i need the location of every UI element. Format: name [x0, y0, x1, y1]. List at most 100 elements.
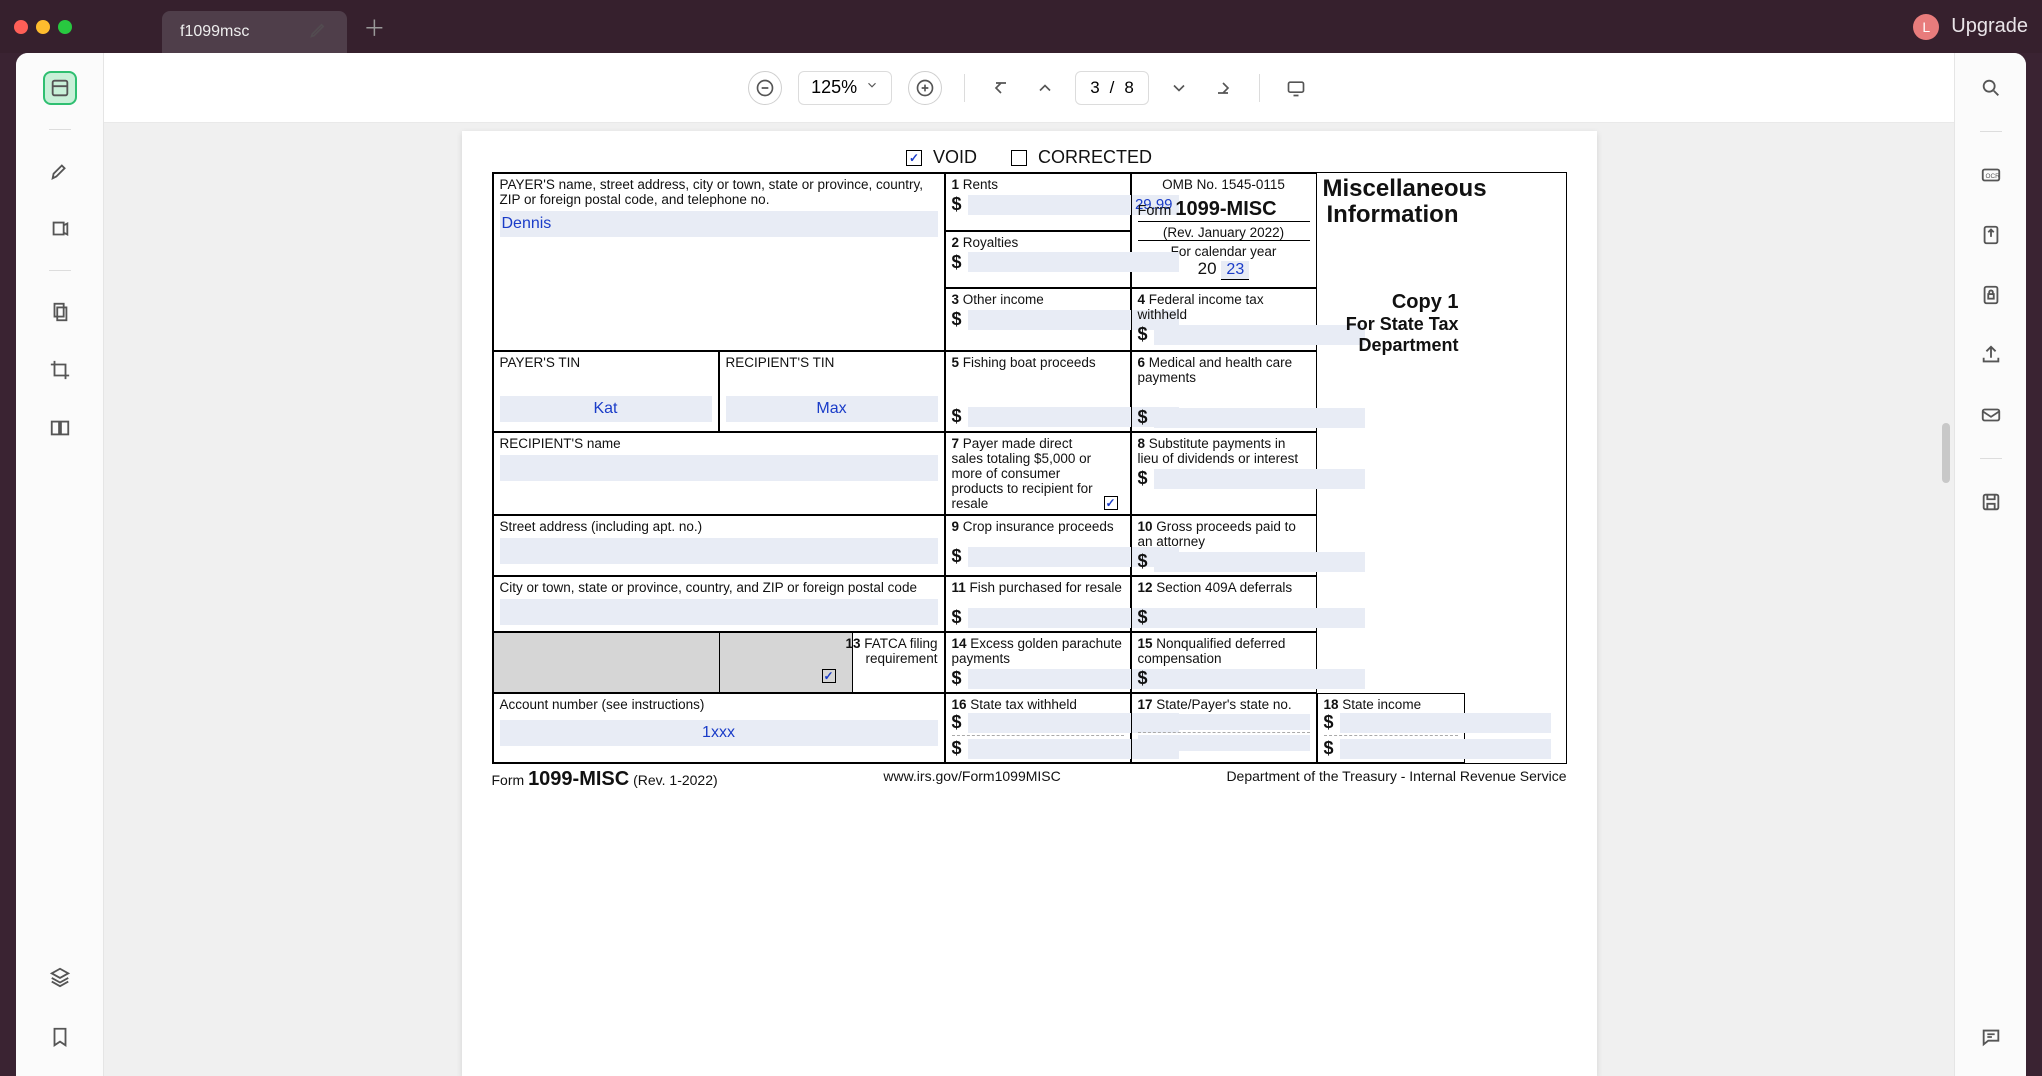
copy-sub2: Department: [1323, 335, 1459, 356]
account-block: Account number (see instructions): [493, 693, 945, 763]
upgrade-button[interactable]: Upgrade: [1951, 15, 2028, 38]
comments-button[interactable]: [1974, 1020, 2008, 1054]
city-block: City or town, state or province, country…: [493, 576, 945, 632]
payer-tin-input[interactable]: [500, 396, 712, 422]
search-button[interactable]: [1974, 71, 2008, 105]
chevron-down-icon: [865, 78, 879, 97]
crop-tool-button[interactable]: [43, 353, 77, 387]
city-input[interactable]: [500, 599, 938, 625]
mail-button[interactable]: [1974, 398, 2008, 432]
zoom-out-button[interactable]: [748, 71, 782, 105]
svg-text:OCR: OCR: [1985, 173, 2000, 180]
void-check-group[interactable]: VOID: [906, 147, 977, 168]
void-checkbox[interactable]: [906, 150, 922, 166]
box7-checkbox[interactable]: [1104, 496, 1118, 510]
first-page-button[interactable]: [987, 74, 1015, 102]
scrollbar-thumb[interactable]: [1942, 423, 1950, 483]
payer-block: PAYER'S name, street address, city or to…: [493, 173, 945, 351]
recipient-tin-block: RECIPIENT'S TIN: [719, 351, 945, 432]
street-input[interactable]: [500, 538, 938, 564]
box18a-input[interactable]: [1340, 713, 1551, 733]
avatar[interactable]: L: [1913, 14, 1939, 40]
form-word: Form: [1138, 203, 1172, 219]
box17b-input[interactable]: [1138, 735, 1310, 751]
page-indicator[interactable]: 3 / 8: [1075, 71, 1149, 105]
box-2-royalties: 2 Royalties $: [945, 231, 1131, 289]
minimize-window-button[interactable]: [36, 20, 50, 34]
separator: [1259, 74, 1260, 102]
box-14: 14 Excess golden parachute payments $: [945, 632, 1131, 693]
account-input[interactable]: [500, 720, 938, 746]
box2-input[interactable]: [968, 252, 1179, 272]
omb-number: OMB No. 1545-0115: [1138, 177, 1310, 192]
void-label: VOID: [933, 147, 977, 167]
prev-page-button[interactable]: [1031, 74, 1059, 102]
document-tab[interactable]: f1099msc: [162, 11, 347, 53]
form-grid: PAYER'S name, street address, city or to…: [492, 172, 1567, 764]
box13-checkbox[interactable]: [822, 669, 836, 683]
recipient-name-input[interactable]: [500, 455, 938, 481]
recipient-tin-input[interactable]: [726, 396, 938, 422]
box17a-input[interactable]: [1138, 714, 1310, 730]
corrected-checkbox[interactable]: [1011, 150, 1027, 166]
pdf-page: VOID CORRECTED PAYER'S name, street addr…: [462, 131, 1597, 1076]
page-total: 8: [1124, 78, 1133, 98]
box-18: 18 State income $ $: [1317, 693, 1465, 763]
box12-input[interactable]: [1154, 608, 1365, 628]
box6-input[interactable]: [1154, 408, 1365, 428]
thumbnails-tool-button[interactable]: [43, 71, 77, 105]
form-revision: (Rev. January 2022): [1138, 221, 1310, 240]
recipient-tin-label: RECIPIENT'S TIN: [726, 355, 938, 370]
separator: [49, 129, 71, 130]
toolbar: 125% 3 / 8: [104, 53, 1954, 123]
box-10: 10 Gross proceeds paid to an attorney $: [1131, 515, 1317, 576]
pages-tool-button[interactable]: [43, 295, 77, 329]
calendar-year-input[interactable]: [1221, 261, 1249, 280]
protect-button[interactable]: [1974, 278, 2008, 312]
edit-tab-icon[interactable]: [309, 19, 329, 44]
box-9: 9 Crop insurance proceeds $: [945, 515, 1131, 576]
box10-input[interactable]: [1154, 552, 1365, 572]
maximize-window-button[interactable]: [58, 20, 72, 34]
zoom-in-button[interactable]: [908, 71, 942, 105]
present-button[interactable]: [1282, 74, 1310, 102]
left-sidebar: [16, 53, 104, 1076]
calendar-year-prefix: 20: [1198, 259, 1217, 278]
void-corrected-row: VOID CORRECTED: [492, 147, 1567, 168]
title-line2: Information: [1323, 202, 1459, 228]
zoom-value: 125%: [811, 77, 857, 98]
save-button[interactable]: [1974, 485, 2008, 519]
close-window-button[interactable]: [14, 20, 28, 34]
share-button[interactable]: [1974, 338, 2008, 372]
box15-input[interactable]: [1154, 669, 1365, 689]
form-footer: Form 1099-MISC (Rev. 1-2022) www.irs.gov…: [492, 764, 1567, 791]
compare-tool-button[interactable]: [43, 411, 77, 445]
title-line1: Miscellaneous: [1323, 176, 1459, 202]
zoom-select[interactable]: 125%: [798, 71, 892, 105]
payer-tin-label: PAYER'S TIN: [500, 355, 712, 370]
street-block: Street address (including apt. no.): [493, 515, 945, 576]
form-name: 1099-MISC: [1175, 198, 1276, 220]
page-viewport[interactable]: VOID CORRECTED PAYER'S name, street addr…: [104, 123, 1954, 1076]
recipient-name-block: RECIPIENT'S name: [493, 432, 945, 515]
next-page-button[interactable]: [1165, 74, 1193, 102]
box18b-input[interactable]: [1340, 739, 1551, 759]
corrected-check-group[interactable]: CORRECTED: [1011, 147, 1152, 168]
account-label: Account number (see instructions): [500, 697, 938, 712]
payer-name-input[interactable]: [500, 211, 938, 237]
box-1-rents: 1 1 RentsRents $: [945, 173, 1131, 231]
box-3-other-income: 3 Other income $: [945, 288, 1131, 351]
box-16: 16 State tax withheld $ $: [945, 693, 1131, 763]
copy-sub1: For State Tax: [1323, 314, 1459, 335]
convert-button[interactable]: [1974, 218, 2008, 252]
highlight-tool-button[interactable]: [43, 154, 77, 188]
box-12: 12 Section 409A deferrals $: [1131, 576, 1317, 632]
footer-url: www.irs.gov/Form1099MISC: [883, 768, 1060, 791]
new-tab-button[interactable]: ＋: [363, 11, 385, 43]
annotate-tool-button[interactable]: [43, 212, 77, 246]
ocr-button[interactable]: OCR: [1974, 158, 2008, 192]
last-page-button[interactable]: [1209, 74, 1237, 102]
bookmark-button[interactable]: [43, 1020, 77, 1054]
layers-button[interactable]: [43, 960, 77, 994]
box-5: 5 Fishing boat proceeds $: [945, 351, 1131, 432]
